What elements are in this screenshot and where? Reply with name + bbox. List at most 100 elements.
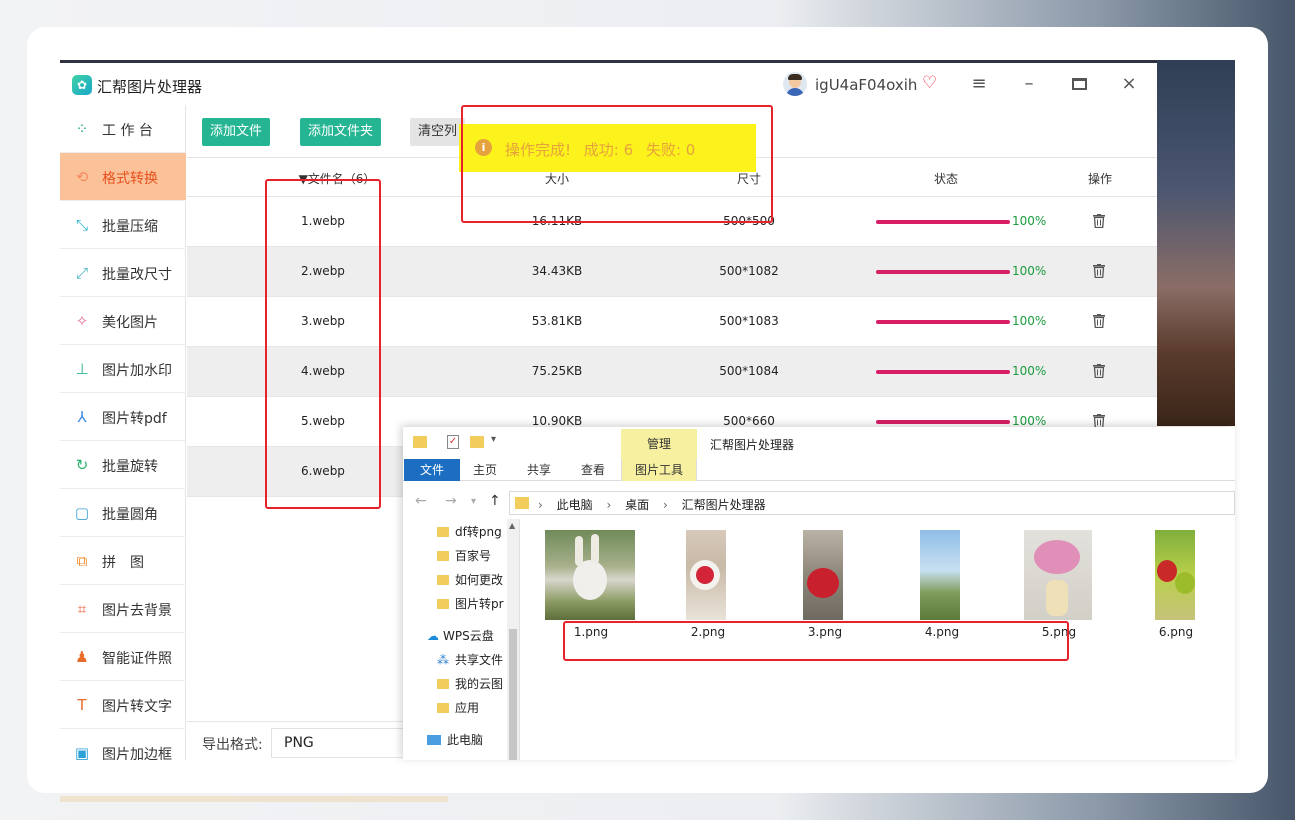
sidebar-item[interactable]: ⊥ 图片加水印 <box>60 345 186 393</box>
menu-icon[interactable]: ≡ <box>966 71 992 97</box>
folder-icon[interactable] <box>413 436 427 448</box>
tab-view[interactable]: 查看 <box>573 459 613 481</box>
delete-icon[interactable] <box>1093 314 1105 329</box>
app-title: 汇帮图片处理器 <box>97 78 203 96</box>
nav-scrollbar[interactable]: ▲ <box>507 519 519 760</box>
breadcrumb-item[interactable]: 汇帮图片处理器 <box>682 498 766 512</box>
new-folder-icon[interactable] <box>470 436 484 448</box>
maximize-icon[interactable] <box>1066 71 1092 97</box>
sidebar: ⁘ 工 作 台 ⟲ 格式转换 ⤡ 批量压缩 ⤢ 批量改尺寸 ✧ 美化图片 ⊥ 图片加水印 ⅄ 图片转pdf… <box>60 105 186 760</box>
explorer-title: 汇帮图片处理器 <box>710 438 795 452</box>
file-dimension-cell: 500*1083 <box>719 314 779 328</box>
sidebar-item[interactable]: ⅄ 图片转pdf <box>60 393 186 441</box>
delete-icon[interactable] <box>1093 364 1105 379</box>
back-arrow-icon[interactable]: ← <box>415 493 427 509</box>
compress-icon: ⤡ <box>75 216 88 234</box>
sidebar-item-label: 工 作 台 <box>102 123 153 139</box>
title-bar: ✿ 汇帮图片处理器 igU4aF04oxih ♡ ≡ – × <box>60 63 1157 105</box>
nav-folder[interactable]: df转png <box>437 523 509 543</box>
nav-this-pc[interactable]: 此电脑 <box>427 731 483 751</box>
progress-bar <box>876 220 1010 224</box>
customize-arrow-icon[interactable]: ▾ <box>491 434 496 445</box>
sidebar-item-label: 美化图片 <box>102 315 158 331</box>
tab-home[interactable]: 主页 <box>465 459 505 481</box>
address-bar[interactable]: › 此电脑 › 桌面 › 汇帮图片处理器 <box>509 491 1235 515</box>
background-strip <box>60 796 448 802</box>
add-folder-button[interactable]: 添加文件夹 <box>300 118 382 146</box>
progress-bar <box>876 320 1010 324</box>
progress-bar <box>876 420 1010 424</box>
tab-picture-tools[interactable]: 图片工具 <box>621 459 697 481</box>
nav-folder[interactable]: 百家号 <box>437 547 509 567</box>
progress-percent: 100% <box>1012 314 1047 328</box>
nav-folder[interactable]: 如何更改 <box>437 571 509 591</box>
sidebar-item-label: 图片去背景 <box>102 603 172 619</box>
close-icon[interactable]: × <box>1116 71 1142 97</box>
rotate-icon: ↻ <box>75 456 89 474</box>
delete-icon[interactable] <box>1093 214 1105 229</box>
image-thumbnail[interactable] <box>920 530 960 620</box>
sidebar-item[interactable]: T 图片转文字 <box>60 681 186 729</box>
sidebar-item-label: 批量改尺寸 <box>102 267 172 283</box>
sidebar-item-label: 批量旋转 <box>102 459 158 475</box>
nav-shared[interactable]: ⁂ 共享文件 <box>437 651 509 671</box>
image-thumbnail[interactable] <box>1024 530 1092 620</box>
sidebar-item-label: 批量圆角 <box>102 507 158 523</box>
sidebar-item-label: 图片转pdf <box>102 411 167 427</box>
app-logo-icon: ✿ <box>72 75 92 95</box>
manage-tab[interactable]: 管理 <box>621 429 697 459</box>
clear-list-button[interactable]: 清空列 <box>410 118 466 146</box>
address-row: ← → ▾ ↑ › 此电脑 › 桌面 › 汇帮图片处理器 <box>403 489 1235 517</box>
delete-icon[interactable] <box>1093 264 1105 279</box>
export-format-select[interactable]: PNG <box>271 728 411 758</box>
sidebar-item-label: 图片加水印 <box>102 363 172 379</box>
sidebar-item-label: 拼 图 <box>102 555 144 571</box>
folder-icon <box>515 497 529 509</box>
sidebar-item[interactable]: ⤢ 批量改尺寸 <box>60 249 186 297</box>
minimize-icon[interactable]: – <box>1016 71 1042 97</box>
sidebar-item[interactable]: ▢ 批量圆角 <box>60 489 186 537</box>
up-arrow-icon[interactable]: ↑ <box>489 493 501 509</box>
diamond-icon[interactable]: ♡ <box>922 73 937 93</box>
sidebar-item[interactable]: ⌗ 图片去背景 <box>60 585 186 633</box>
breadcrumb-item[interactable]: 桌面 <box>625 498 649 512</box>
beautify-icon: ✧ <box>75 312 89 330</box>
username[interactable]: igU4aF04oxih <box>815 76 917 94</box>
sidebar-item[interactable]: ♟ 智能证件照 <box>60 633 186 681</box>
header-status: 状态 <box>933 172 958 186</box>
sidebar-item[interactable]: ⁘ 工 作 台 <box>60 105 186 153</box>
recent-dropdown-icon[interactable]: ▾ <box>471 496 476 507</box>
delete-icon[interactable] <box>1093 414 1105 429</box>
avatar[interactable] <box>783 72 807 96</box>
annotation-box-filenames <box>265 179 381 509</box>
image-thumbnail[interactable] <box>803 530 843 620</box>
progress-bar <box>876 370 1010 374</box>
sidebar-item[interactable]: ✧ 美化图片 <box>60 297 186 345</box>
nav-folder[interactable]: 我的云图 <box>437 675 509 695</box>
share-icon: ⁂ <box>437 653 449 667</box>
tab-share[interactable]: 共享 <box>519 459 559 481</box>
breadcrumb-item[interactable]: 此电脑 <box>557 498 593 512</box>
sidebar-item[interactable]: ⤡ 批量压缩 <box>60 201 186 249</box>
sidebar-item[interactable]: ⧉ 拼 图 <box>60 537 186 585</box>
properties-icon[interactable]: ✓ <box>447 435 459 449</box>
tab-file[interactable]: 文件 <box>404 459 460 481</box>
file-name[interactable]: 6.png <box>1136 625 1216 639</box>
sidebar-item[interactable]: ▣ 图片加边框 <box>60 729 186 760</box>
sidebar-item[interactable]: ↻ 批量旋转 <box>60 441 186 489</box>
image-thumbnail[interactable] <box>686 530 726 620</box>
progress-percent: 100% <box>1012 214 1047 228</box>
cloud-icon: ☁ <box>427 629 439 643</box>
progress-percent: 100% <box>1012 264 1047 278</box>
sidebar-item[interactable]: ⟲ 格式转换 <box>60 153 186 201</box>
nav-wps-cloud[interactable]: ☁ WPS云盘 <box>427 627 494 647</box>
grid-icon: ⁘ <box>75 120 89 138</box>
image-thumbnail[interactable] <box>545 530 635 620</box>
add-file-button[interactable]: 添加文件 <box>202 118 271 146</box>
image-thumbnail[interactable] <box>1155 530 1195 620</box>
nav-folder[interactable]: 应用 <box>437 699 509 719</box>
forward-arrow-icon[interactable]: → <box>445 493 457 509</box>
annotation-box-output-files <box>563 621 1069 661</box>
nav-folder[interactable]: 图片转pr <box>437 595 509 615</box>
watermark-icon: ⊥ <box>75 360 89 378</box>
